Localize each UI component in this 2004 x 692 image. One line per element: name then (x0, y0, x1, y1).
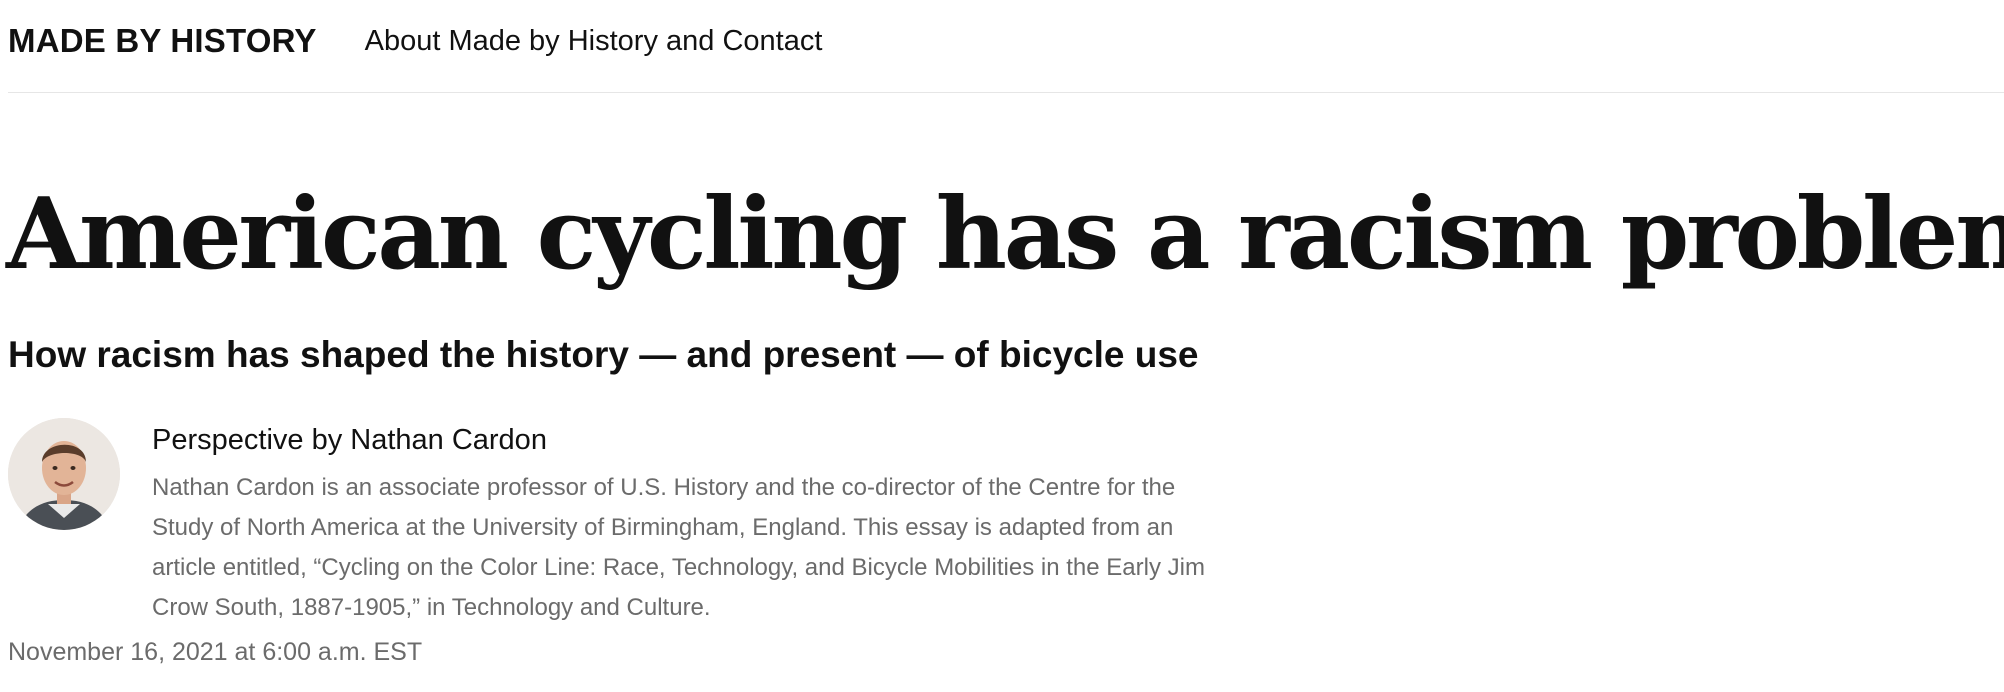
about-contact-link[interactable]: About Made by History and Contact (365, 25, 823, 58)
article-headline: American cycling has a racism problem (6, 177, 2004, 292)
publish-timestamp: November 16, 2021 at 6:00 a.m. EST (8, 638, 423, 666)
author-avatar[interactable] (8, 418, 120, 530)
author-bio: Nathan Cardon is an associate professor … (152, 474, 1205, 621)
author-byline: Perspective by Nathan Cardon (152, 424, 547, 456)
article-subheadline: How racism has shaped the history — and … (8, 334, 1199, 375)
section-header: MADE BY HISTORY About Made by History an… (8, 0, 2004, 93)
section-brand-link[interactable]: MADE BY HISTORY (8, 22, 317, 60)
